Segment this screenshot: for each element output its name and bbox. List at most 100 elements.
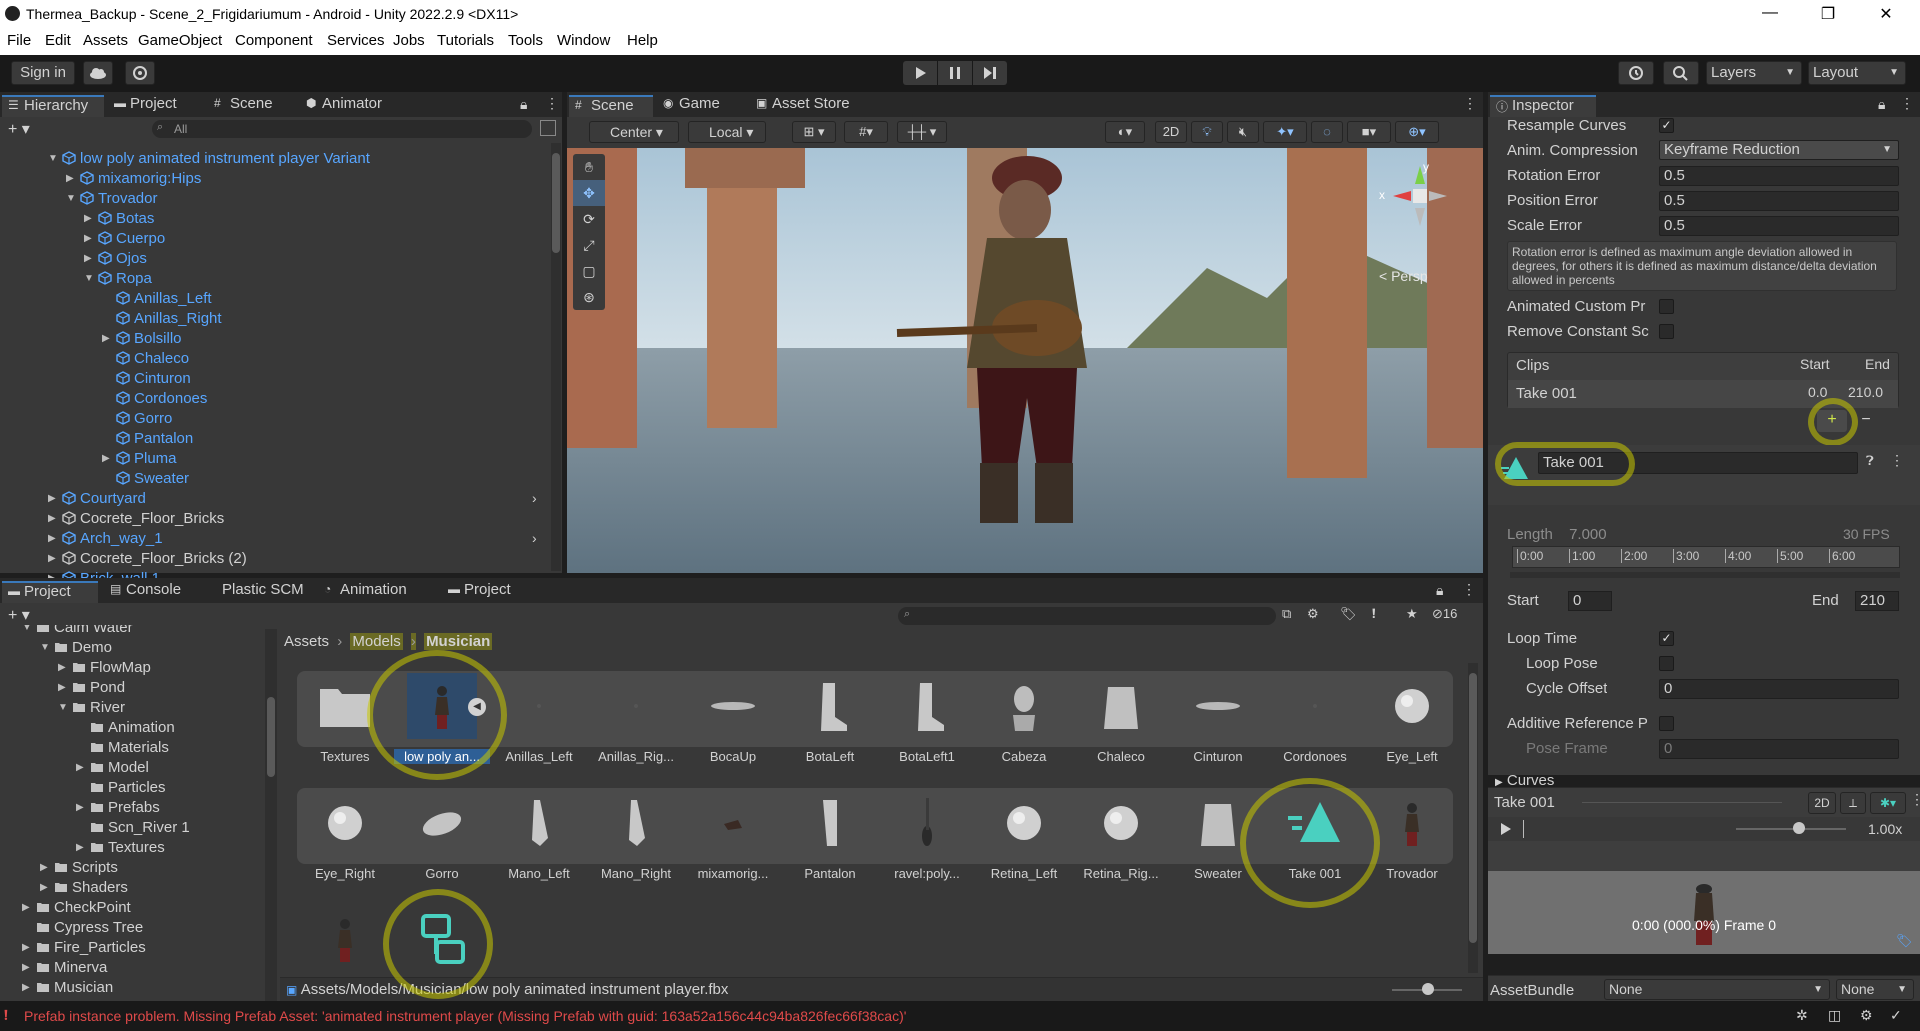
chevron-right-icon[interactable]: ▶ — [84, 253, 92, 264]
scene-visibility-icon[interactable] — [540, 120, 556, 136]
lock-icon[interactable]: 🔒︎ — [1436, 582, 1443, 599]
hierarchy-item[interactable]: ▶ Cuerpo — [84, 230, 165, 250]
search-by-type-icon[interactable]: ⧉ — [1282, 606, 1291, 622]
chevron-right-icon[interactable]: ▶ — [66, 173, 74, 184]
hierarchy-item[interactable]: Chaleco — [116, 350, 189, 370]
filter-type-icon[interactable]: ⚙ — [1307, 606, 1319, 622]
project-search-input[interactable]: ⌕ — [898, 607, 1276, 625]
layout-dropdown[interactable]: Layout ▼ — [1808, 61, 1906, 85]
asset-item[interactable]: BocaUp — [685, 673, 781, 764]
asset-item[interactable] — [297, 906, 393, 972]
remove-constant-checkbox[interactable] — [1659, 324, 1674, 339]
hierarchy-item[interactable]: ▶ Botas — [84, 210, 154, 230]
audio-icon[interactable]: 🔇︎ — [1227, 121, 1259, 143]
hierarchy-item[interactable]: ▶ Ojos — [84, 250, 147, 270]
asset-item[interactable]: BotaLeft — [782, 673, 878, 764]
timeline-range-bar[interactable] — [1510, 572, 1900, 578]
pivot-dropdown[interactable]: Center ▾ — [589, 121, 679, 143]
chevron-right-icon[interactable]: ▶ — [102, 333, 110, 344]
menu-edit[interactable]: Edit — [45, 32, 71, 49]
increment-snap[interactable]: ┼┼ ▾ — [897, 121, 947, 143]
rotate-tool-icon[interactable]: ⟳ — [573, 206, 605, 232]
hidden-objects-icon[interactable]: ◌ — [1311, 121, 1343, 143]
chevron-right-icon[interactable]: › — [532, 490, 537, 506]
create-asset-button[interactable]: + ▾ — [8, 605, 30, 625]
grid-toggle[interactable]: #▾ — [844, 121, 888, 143]
chevron-right-icon[interactable]: ▶ — [102, 453, 110, 464]
effects-icon[interactable]: ✦▾ — [1263, 121, 1307, 143]
chevron-right-icon[interactable]: ▶ — [48, 553, 56, 564]
add-object-button[interactable]: + ▾ — [8, 119, 30, 139]
chevron-right-icon[interactable]: ▶ — [76, 842, 84, 853]
asset-item[interactable]: Eye_Left — [1364, 673, 1460, 764]
position-error-field[interactable]: 0.5 — [1659, 191, 1899, 211]
tab-asset-store[interactable]: ▣ Asset Store — [750, 95, 876, 117]
speed-slider-track[interactable] — [1736, 828, 1846, 830]
chevron-right-icon[interactable]: ▶ — [76, 802, 84, 813]
kebab-menu-icon[interactable]: ⋮ — [1463, 95, 1477, 112]
asset-item[interactable]: mixamorig... — [685, 790, 781, 881]
folder-item[interactable]: ▶ Shaders — [40, 879, 128, 899]
asset-item[interactable]: Cordonoes — [1267, 673, 1363, 764]
hierarchy-scrollbar[interactable] — [551, 143, 561, 571]
scale-error-field[interactable]: 0.5 — [1659, 216, 1899, 236]
chevron-down-icon[interactable]: ▼ — [48, 153, 58, 164]
folder-item[interactable]: ▶ CheckPoint — [22, 899, 131, 919]
folder-item[interactable]: Animation — [90, 719, 175, 739]
draw-mode-dropdown[interactable]: ◐▾ — [1105, 121, 1145, 143]
tab-project-2[interactable]: ▬ Project — [442, 581, 542, 603]
rotation-error-field[interactable]: 0.5 — [1659, 166, 1899, 186]
debug-icon[interactable]: ✲ — [1796, 1007, 1808, 1024]
filter-label-icon[interactable]: 🏷︎ — [1340, 606, 1357, 622]
chevron-right-icon[interactable]: ▶ — [76, 762, 84, 773]
hierarchy-item[interactable]: ▼ Ropa — [84, 270, 152, 290]
hidden-packages-toggle[interactable]: ⊘16 — [1432, 606, 1457, 622]
pivot-icon[interactable]: ⟂ — [1840, 792, 1866, 814]
chevron-right-icon[interactable]: ▶ — [22, 942, 30, 953]
folder-item[interactable]: ▶ Musician — [22, 979, 113, 999]
hierarchy-item[interactable]: Cinturon — [116, 370, 191, 390]
hierarchy-item[interactable]: ▼ Trovador — [66, 190, 157, 210]
menu-jobs[interactable]: Jobs — [393, 32, 425, 49]
chevron-right-icon[interactable]: ▶ — [40, 882, 48, 893]
folder-item[interactable]: Scn_River 1 — [90, 819, 190, 839]
folder-item[interactable]: ▶ Model — [76, 759, 149, 779]
hierarchy-item[interactable]: ▶ Cocrete_Floor_Bricks (2) — [48, 550, 247, 570]
tab-game[interactable]: ◉ Game — [657, 95, 745, 117]
breadcrumb-assets[interactable]: Assets — [284, 633, 329, 650]
favorite-icon[interactable]: ★ — [1406, 606, 1418, 622]
end-field[interactable]: 210 — [1855, 591, 1899, 611]
menu-gameobject[interactable]: GameObject — [138, 32, 222, 49]
tab-inspector[interactable]: ⓘ Inspector — [1490, 95, 1596, 117]
cycle-offset-field[interactable]: 0 — [1659, 679, 1899, 699]
animated-custom-checkbox[interactable] — [1659, 299, 1674, 314]
tab-scene[interactable]: # Scene — [208, 95, 294, 117]
additive-reference-checkbox[interactable] — [1659, 716, 1674, 731]
chevron-right-icon[interactable]: ▶ — [48, 513, 56, 524]
hierarchy-item[interactable]: Gorro — [116, 410, 172, 430]
folder-item[interactable]: ▶ Textures — [76, 839, 165, 859]
avatar-icon[interactable]: ✱▾ — [1870, 792, 1906, 814]
tab-scene-view[interactable]: # Scene — [569, 95, 653, 117]
folder-item[interactable]: Materials — [90, 739, 169, 759]
folder-item[interactable]: ▶ Scripts — [40, 859, 118, 879]
minimize-button[interactable]: — — [1760, 4, 1780, 24]
hierarchy-item[interactable]: Pantalon — [116, 430, 193, 450]
tab-plastic-scm[interactable]: Plastic SCM — [200, 581, 320, 603]
hierarchy-item[interactable]: ▶ Arch_way_1 — [48, 530, 163, 550]
chevron-down-icon[interactable]: ▼ — [58, 702, 68, 713]
kebab-menu-icon[interactable]: ⋮ — [1900, 95, 1914, 112]
hierarchy-item[interactable]: ▶ Pluma — [102, 450, 177, 470]
step-button[interactable] — [973, 61, 1007, 85]
camera-icon[interactable]: ■▾ — [1347, 121, 1391, 143]
chevron-down-icon[interactable]: ▼ — [66, 193, 76, 204]
folder-item[interactable]: ▶ Pond — [58, 679, 125, 699]
menu-services[interactable]: Services — [327, 32, 385, 49]
check-icon[interactable]: ✓ — [1890, 1007, 1902, 1024]
folder-item[interactable]: ▶ Prefabs — [76, 799, 160, 819]
breadcrumb-models[interactable]: Models — [350, 633, 403, 650]
asset-item[interactable]: Retina_Left — [976, 790, 1072, 881]
help-icon[interactable]: ❓︎ — [1866, 453, 1874, 469]
preview-play-button[interactable] — [1496, 820, 1516, 838]
status-message[interactable]: Prefab instance problem. Missing Prefab … — [24, 1008, 906, 1024]
